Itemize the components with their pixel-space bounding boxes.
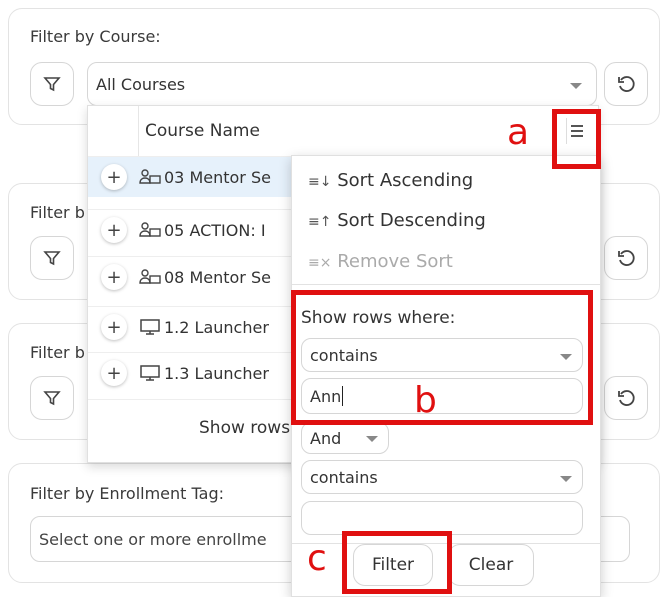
- filter-value-input-2[interactable]: [301, 501, 583, 535]
- reset-icon: [618, 250, 635, 266]
- filter-funnel-button[interactable]: [30, 62, 74, 106]
- remove-sort-item: ≡× Remove Sort: [308, 251, 453, 272]
- logic-value: And: [310, 428, 342, 448]
- reset-button[interactable]: [604, 62, 648, 106]
- reset-icon: [618, 76, 635, 92]
- menu-divider: [292, 284, 600, 285]
- row-text: 1.2 Launcher: [164, 317, 269, 337]
- filter-operator-2-value: contains: [310, 467, 378, 487]
- remove-sort-label: Remove Sort: [337, 251, 453, 272]
- group-icon: [139, 169, 161, 184]
- row-text: 05 ACTION: I: [164, 220, 266, 240]
- sort-ascending-icon: ≡↓: [308, 174, 332, 190]
- chevron-down-icon: [560, 476, 572, 482]
- group-icon: [139, 222, 161, 237]
- remove-sort-icon: ≡×: [308, 255, 332, 271]
- expand-icon[interactable]: +: [101, 360, 127, 386]
- column-header-course-name[interactable]: Course Name: [145, 121, 260, 141]
- annotation-label-c: c: [307, 538, 327, 579]
- filter-2-label: Filter b: [30, 203, 85, 222]
- sort-ascending-label: Sort Ascending: [337, 170, 474, 191]
- annotation-label-b: b: [414, 380, 437, 421]
- expand-icon[interactable]: +: [101, 264, 127, 290]
- grid-header-spacer: [138, 106, 139, 156]
- funnel-icon: [43, 391, 61, 406]
- reset-icon: [618, 390, 635, 406]
- annotation-box-c: [342, 531, 452, 594]
- filter-operator-select-2[interactable]: contains: [301, 460, 583, 494]
- chevron-down-icon: [570, 83, 582, 89]
- sort-ascending-item[interactable]: ≡↓ Sort Ascending: [308, 170, 473, 191]
- annotation-label-a: a: [507, 112, 530, 153]
- grid-footer: [88, 399, 293, 400]
- course-filter-label: Filter by Course:: [30, 27, 161, 46]
- chevron-down-icon: [366, 436, 378, 442]
- table-row[interactable]: + 08 Mentor Se: [88, 256, 293, 297]
- clear-button[interactable]: Clear: [448, 544, 534, 586]
- monitor-icon: [140, 319, 160, 335]
- annotation-box-a: [552, 109, 601, 169]
- table-row[interactable]: + 1.2 Launcher: [88, 306, 293, 347]
- show-rows-label: Show rows: [199, 418, 291, 438]
- logic-select[interactable]: And: [301, 422, 389, 454]
- table-row[interactable]: + 05 ACTION: I: [88, 209, 293, 250]
- enrollment-tag-placeholder: Select one or more enrollme: [39, 529, 267, 549]
- sort-descending-icon: ≡↑: [308, 214, 332, 230]
- course-select-value: All Courses: [96, 74, 186, 94]
- sort-descending-label: Sort Descending: [337, 210, 486, 231]
- course-select[interactable]: All Courses: [87, 62, 597, 106]
- table-row[interactable]: + 03 Mentor Se: [88, 156, 293, 197]
- sort-descending-item[interactable]: ≡↑ Sort Descending: [308, 210, 486, 231]
- row-text: 08 Mentor Se: [164, 267, 271, 287]
- funnel-icon: [43, 251, 61, 266]
- funnel-icon: [43, 77, 61, 92]
- expand-icon[interactable]: +: [101, 164, 127, 190]
- row-text: 03 Mentor Se: [164, 167, 271, 187]
- group-icon: [139, 269, 161, 284]
- reset-button-3[interactable]: [604, 376, 648, 420]
- monitor-icon: [140, 365, 160, 381]
- enrollment-tag-label: Filter by Enrollment Tag:: [30, 484, 224, 503]
- reset-button-2[interactable]: [604, 236, 648, 280]
- expand-icon[interactable]: +: [101, 314, 127, 340]
- table-row[interactable]: + 1.3 Launcher: [88, 352, 293, 393]
- annotation-box-b: [291, 290, 593, 425]
- expand-icon[interactable]: +: [101, 217, 127, 243]
- filter-3-label: Filter b: [30, 343, 85, 362]
- filter-funnel-button-2[interactable]: [30, 236, 74, 280]
- row-text: 1.3 Launcher: [164, 363, 269, 383]
- filter-funnel-button-3[interactable]: [30, 376, 74, 420]
